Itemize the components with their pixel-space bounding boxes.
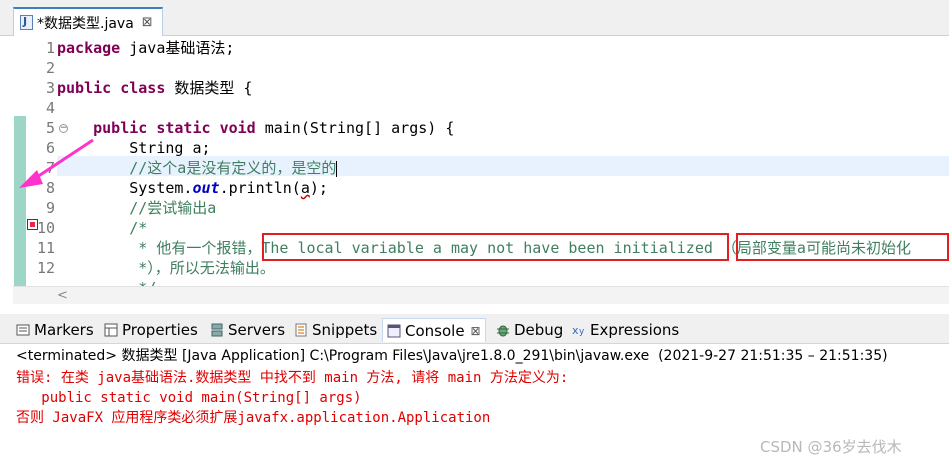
- console-output-line: 否则 JavaFX 应用程序类必须扩展javafx.application.Ap…: [16, 410, 491, 426]
- editor-horizontal-scrollbar[interactable]: <: [13, 286, 949, 304]
- console-status: <terminated> 数据类型 [Java Application] C:\…: [16, 348, 888, 364]
- close-icon[interactable]: ⊠: [471, 324, 481, 338]
- tab-markers[interactable]: Markers: [16, 318, 94, 342]
- tab-console[interactable]: Console ⊠: [382, 318, 486, 342]
- annotation-box-english-error: [262, 233, 729, 261]
- line-number: 12: [36, 259, 55, 277]
- console-view[interactable]: <terminated> 数据类型 [Java Application] C:\…: [0, 344, 949, 466]
- debug-icon: [496, 323, 510, 337]
- markers-icon: [16, 323, 30, 337]
- annotation-box-chinese-error: [736, 233, 949, 261]
- close-icon[interactable]: ⊠: [142, 15, 153, 30]
- views-tab-bar: Markers Properties Servers Snippets Cons…: [0, 314, 949, 344]
- console-icon: [387, 324, 401, 338]
- line-number: 11: [36, 239, 55, 257]
- annotation-arrow: [19, 138, 94, 188]
- code-line: */: [57, 278, 156, 286]
- java-file-icon: [20, 15, 33, 30]
- code-line: *），所以无法输出。: [138, 259, 275, 277]
- tab-debug[interactable]: Debug: [496, 318, 563, 342]
- svg-text:y: y: [579, 327, 585, 337]
- editor-tab-bar: *数据类型.java ⊠: [0, 0, 949, 36]
- watermark: CSDN @36岁去伐木: [760, 438, 902, 456]
- snippets-icon: [294, 323, 308, 337]
- tab-expressions[interactable]: xy Expressions: [572, 318, 679, 342]
- svg-text:x: x: [572, 324, 579, 337]
- servers-icon: [210, 323, 224, 337]
- editor-tab-title: *数据类型.java: [37, 15, 134, 32]
- tab-snippets[interactable]: Snippets: [294, 318, 377, 342]
- console-output-line: public static void main(String[] args): [16, 390, 362, 406]
- tab-properties[interactable]: Properties: [104, 318, 198, 342]
- tab-servers[interactable]: Servers: [210, 318, 285, 342]
- properties-icon: [104, 323, 118, 337]
- code-editor[interactable]: 1 2 3 4 5 6 7 8 9 10 11 12 − package jav…: [13, 36, 949, 286]
- text-caret: [336, 160, 338, 177]
- error-underline: a: [300, 179, 310, 197]
- editor-tab[interactable]: *数据类型.java ⊠: [13, 7, 163, 36]
- console-output-line: 错误: 在类 java基础语法.数据类型 中找不到 main 方法, 请将 ma…: [16, 370, 569, 386]
- scroll-left-icon[interactable]: <: [57, 287, 68, 305]
- expressions-icon: xy: [572, 323, 586, 337]
